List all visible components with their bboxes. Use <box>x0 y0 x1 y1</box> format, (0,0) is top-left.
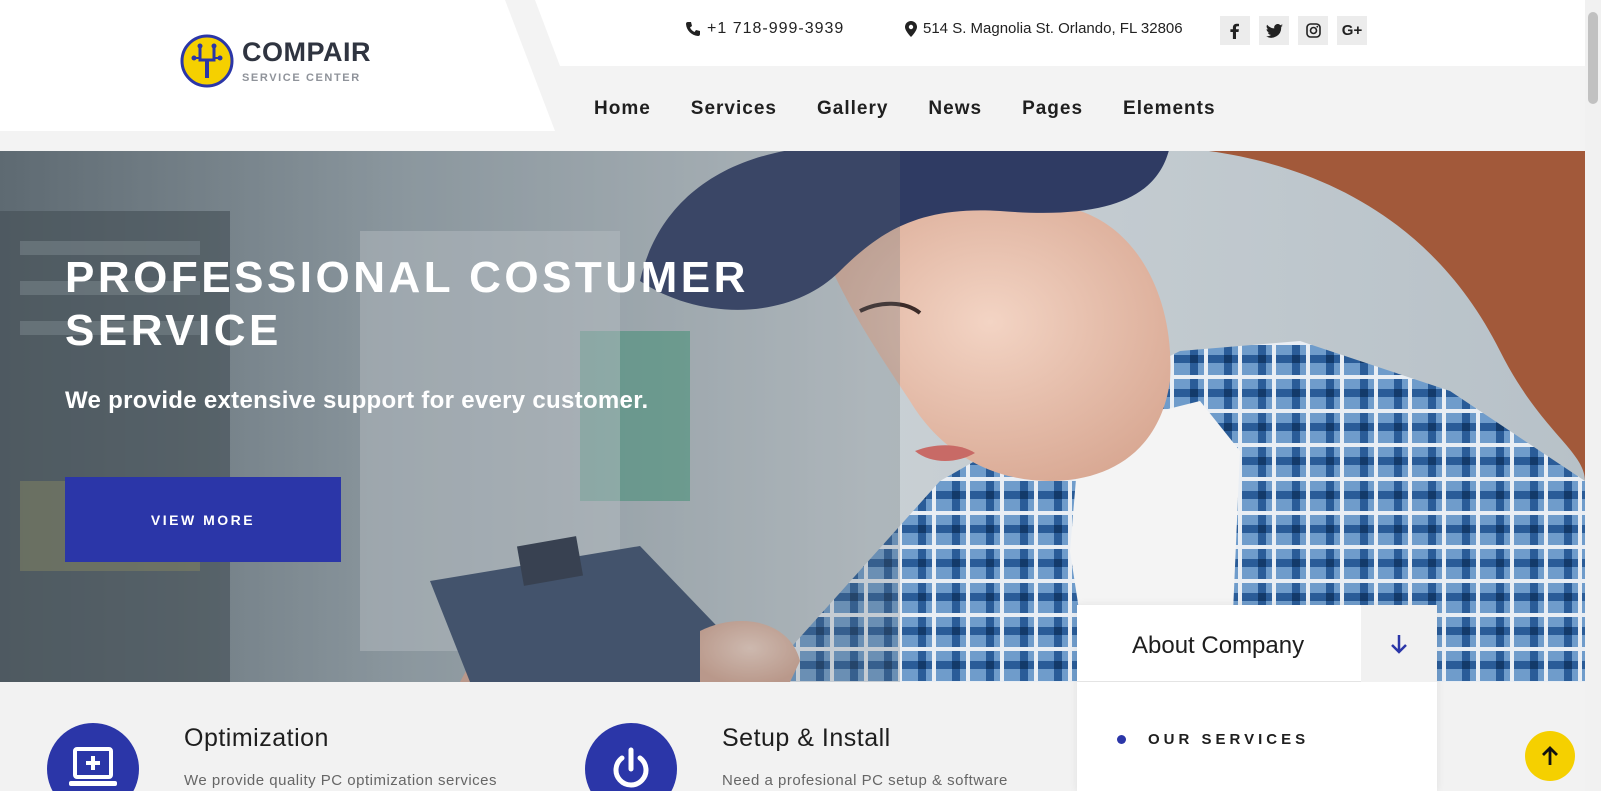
about-item-label: OUR SERVICES <box>1148 731 1310 748</box>
address-text: 514 S. Magnolia St. Orlando, FL 32806 <box>923 20 1183 37</box>
nav-services[interactable]: Services <box>691 98 777 120</box>
map-marker-icon <box>905 20 917 37</box>
phone-icon <box>686 22 700 36</box>
about-panel-header[interactable]: About Company <box>1077 605 1437 682</box>
about-company-panel: About Company OUR SERVICES <box>1077 605 1437 791</box>
arrow-down-icon <box>1391 634 1407 654</box>
view-more-button[interactable]: VIEW MORE <box>65 477 341 562</box>
bullet-icon <box>1117 735 1126 744</box>
twitter-icon[interactable] <box>1259 16 1289 45</box>
instagram-icon[interactable] <box>1298 16 1328 45</box>
scroll-top-button[interactable] <box>1525 731 1575 781</box>
nav-pages[interactable]: Pages <box>1022 98 1083 120</box>
monitor-icon <box>69 747 117 786</box>
service-title: Setup & Install <box>722 724 891 752</box>
hero-title: PROFESSIONAL COSTUMER SERVICE <box>65 253 749 355</box>
service-icon-circle <box>585 723 677 791</box>
about-title: About Company <box>1132 632 1305 659</box>
google-plus-glyph: G+ <box>1341 22 1363 39</box>
nav-news[interactable]: News <box>928 98 982 120</box>
address-contact[interactable]: 514 S. Magnolia St. Orlando, FL 32806 <box>905 20 1183 37</box>
google-plus-icon[interactable]: G+ <box>1337 16 1367 45</box>
scrollbar-thumb[interactable] <box>1588 12 1598 104</box>
nav-gallery[interactable]: Gallery <box>817 98 888 120</box>
nav-elements[interactable]: Elements <box>1123 98 1215 120</box>
arrow-up-icon <box>1542 746 1558 765</box>
hero-subtitle: We provide extensive support for every c… <box>65 387 649 414</box>
hero-photo <box>0 151 1585 682</box>
page: COMPAIR SERVICE CENTER +1 718-999-3939 5… <box>0 0 1601 791</box>
header: COMPAIR SERVICE CENTER +1 718-999-3939 5… <box>0 0 1585 151</box>
brand-name: COMPAIR <box>242 36 371 67</box>
nav-home[interactable]: Home <box>594 98 651 120</box>
facebook-icon[interactable] <box>1220 16 1250 45</box>
power-icon <box>613 747 649 788</box>
brand-tagline: SERVICE CENTER <box>242 71 361 84</box>
service-description: Need a profesional PC setup & software <box>722 772 1008 789</box>
logo-icon <box>180 34 234 88</box>
phone-number: +1 718-999-3939 <box>707 20 845 37</box>
about-item-our-services[interactable]: OUR SERVICES <box>1117 731 1309 748</box>
page-scrollbar[interactable] <box>1585 0 1601 791</box>
hero-banner: PROFESSIONAL COSTUMER SERVICE We provide… <box>0 151 1585 682</box>
phone-contact[interactable]: +1 718-999-3939 <box>685 20 844 38</box>
service-description: We provide quality PC optimization servi… <box>184 772 498 789</box>
logo[interactable]: COMPAIR SERVICE CENTER <box>180 34 371 88</box>
social-links: G+ <box>1220 16 1367 45</box>
service-title: Optimization <box>184 724 329 752</box>
service-icon-circle <box>47 723 139 791</box>
main-nav: Home Services Gallery News Pages Element… <box>594 98 1216 120</box>
about-toggle-button[interactable] <box>1361 605 1437 682</box>
